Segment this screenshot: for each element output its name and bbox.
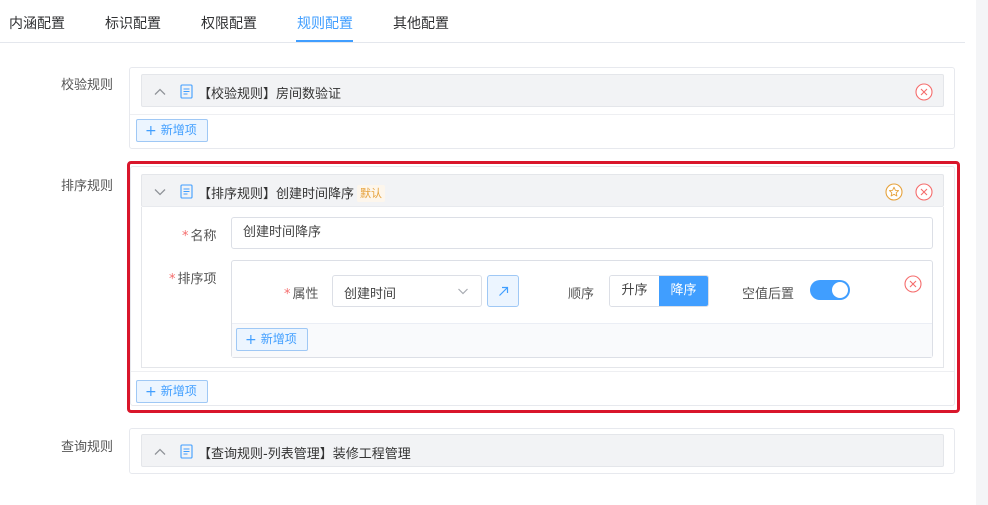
null-last-switch[interactable] (810, 280, 850, 300)
order-ascending-button[interactable]: 升序 (610, 276, 659, 306)
plus-icon: + (145, 123, 157, 139)
document-icon (180, 84, 193, 99)
property-select[interactable]: 创建时间 (332, 275, 482, 307)
validation-rules-label: 校验规则 (61, 78, 114, 93)
tab-rules[interactable]: 规则配置 (297, 13, 353, 33)
sort-rules-label: 排序规则 (61, 179, 114, 194)
sort-items-label: * 排序项 (169, 272, 217, 287)
null-last-label: 空值后置 (742, 287, 795, 302)
open-property-button[interactable] (487, 275, 519, 307)
chevron-down-icon[interactable] (152, 184, 168, 200)
property-label: * 属性 (284, 287, 319, 302)
tab-identifier[interactable]: 标识配置 (105, 13, 161, 33)
document-icon (180, 184, 193, 199)
right-scroll-gutter (976, 0, 988, 505)
tab-other[interactable]: 其他配置 (393, 13, 449, 33)
tab-connotation[interactable]: 内涵配置 (9, 13, 65, 33)
close-circle-icon[interactable] (915, 183, 933, 201)
query-rules-label: 查询规则 (61, 440, 114, 455)
config-tabs: 内涵配置 标识配置 权限配置 规则配置 其他配置 (0, 0, 965, 43)
plus-icon: + (245, 332, 257, 348)
sort-items-footer (232, 323, 932, 357)
name-input[interactable]: 创建时间降序 (231, 217, 933, 249)
query-rule-header[interactable]: 【查询规则-列表管理】装修工程管理 (141, 434, 944, 467)
plus-icon: + (145, 384, 157, 400)
add-validation-item-button[interactable]: + 新增项 (136, 119, 208, 142)
sort-rule-header[interactable]: 【排序规则】创建时间降序 默认 (141, 174, 944, 207)
default-badge: 默认 (357, 185, 386, 202)
add-sort-rule-button[interactable]: + 新增项 (136, 380, 208, 403)
validation-rule-header[interactable]: 【校验规则】房间数验证 (141, 74, 944, 107)
validation-rule-title: 【校验规则】房间数验证 (198, 87, 342, 102)
document-icon (180, 444, 193, 459)
chevron-down-icon (458, 288, 468, 295)
property-select-value: 创建时间 (344, 287, 397, 302)
order-descending-button[interactable]: 降序 (659, 276, 708, 306)
switch-knob (832, 282, 848, 298)
query-rule-title: 【查询规则-列表管理】装修工程管理 (198, 447, 411, 462)
close-circle-icon[interactable] (915, 83, 933, 101)
arrow-up-right-icon (499, 286, 509, 296)
order-toggle: 升序 降序 (609, 275, 709, 307)
chevron-up-icon[interactable] (152, 84, 168, 100)
tab-permission[interactable]: 权限配置 (201, 13, 257, 33)
order-label: 顺序 (568, 287, 595, 302)
active-tab-indicator (296, 40, 353, 42)
star-icon[interactable] (885, 183, 903, 201)
sort-rule-title: 【排序规则】创建时间降序 默认 (198, 183, 386, 202)
name-field-label: * 名称 (182, 229, 217, 244)
chevron-up-icon[interactable] (152, 444, 168, 460)
group-divider (130, 114, 954, 115)
close-circle-icon[interactable] (904, 275, 922, 293)
add-sort-item-button[interactable]: + 新增项 (236, 328, 308, 351)
